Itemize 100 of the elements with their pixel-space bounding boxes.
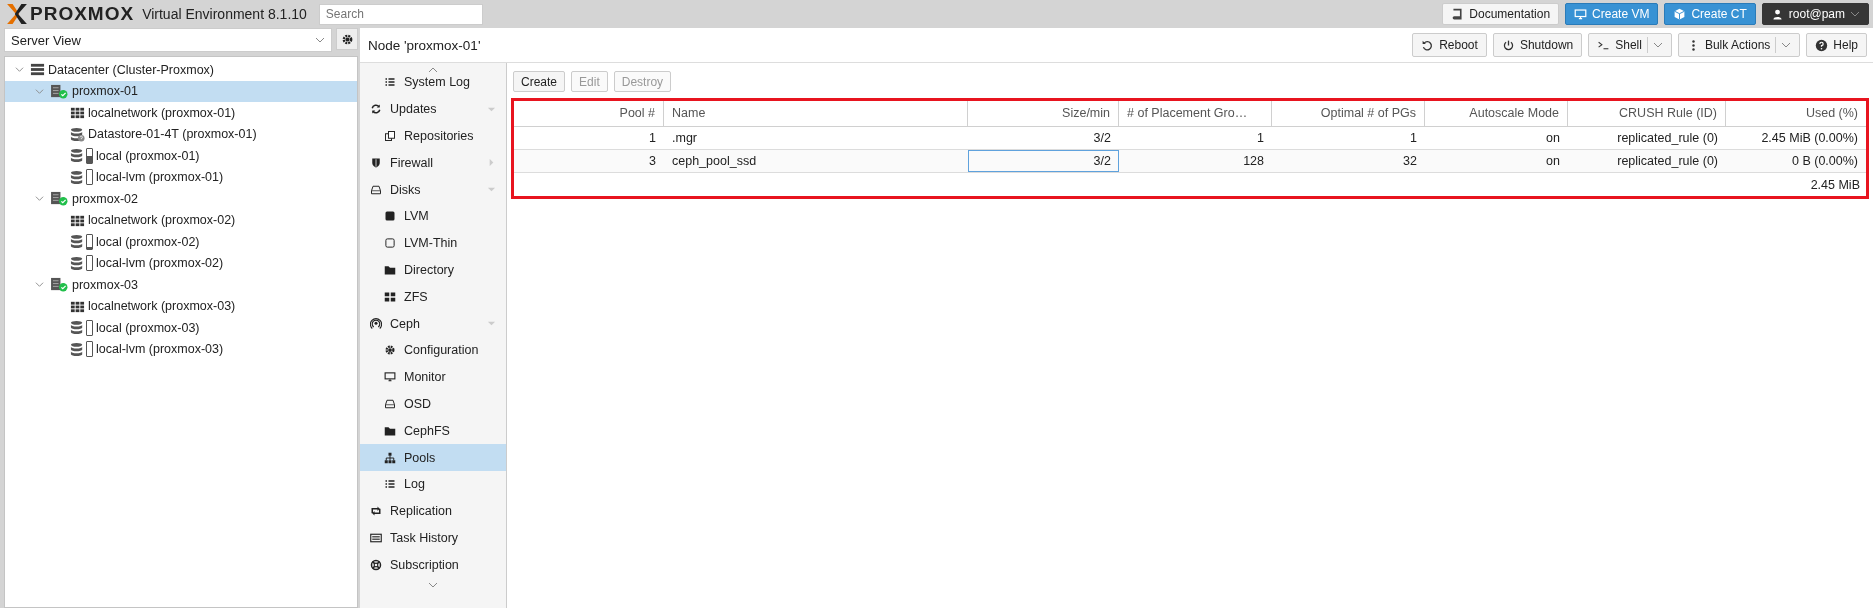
nav-item[interactable]: LVM	[360, 203, 506, 230]
nav-item[interactable]: LVM-Thin	[360, 229, 506, 257]
usage-meter	[86, 233, 93, 250]
settings-icon	[340, 32, 354, 46]
nav-item-label: Monitor	[404, 370, 447, 385]
tree-item[interactable]: proxmox-03	[5, 274, 357, 296]
square-icon	[384, 210, 396, 223]
column-header[interactable]: Optimal # of PGs	[1272, 101, 1425, 126]
nav-item[interactable]: ZFS	[360, 283, 506, 311]
tree-item[interactable]: proxmox-01	[5, 80, 357, 102]
drive-icon	[384, 397, 396, 410]
nav-item[interactable]: Repositories	[360, 122, 506, 150]
ceph-icon	[370, 317, 382, 330]
tree-item-label: local (proxmox-02)	[96, 234, 200, 249]
nav-item-label: Task History	[390, 530, 460, 545]
nav-item[interactable]: Configuration	[360, 336, 506, 364]
settings-button[interactable]	[336, 28, 358, 50]
nav-item[interactable]: Monitor	[360, 363, 506, 391]
table-cell-text: on	[1545, 153, 1561, 170]
toolbar-button[interactable]: Shutdown	[1492, 33, 1583, 57]
tree-item[interactable]: localnetwork (proxmox-02)	[5, 209, 357, 231]
column-header[interactable]: Autoscale Mode	[1425, 101, 1568, 126]
column-header[interactable]: CRUSH Rule (ID)	[1568, 101, 1726, 126]
grid-icon	[384, 290, 396, 303]
toolbar-button[interactable]: Help	[1806, 33, 1867, 57]
column-header[interactable]: # of Placement Gro…	[1119, 101, 1272, 126]
tree-item[interactable]: local (proxmox-02)	[5, 231, 357, 253]
tree-item-label: localnetwork (proxmox-02)	[88, 213, 236, 228]
nav-item[interactable]: Pools	[360, 444, 506, 471]
tree-item[interactable]: Datacenter (Cluster-Proxmox)	[5, 59, 357, 81]
user-menu-button[interactable]: root@pam	[1761, 3, 1869, 25]
cube-icon	[1673, 7, 1687, 21]
nav-item[interactable]: CephFS	[360, 417, 506, 445]
tree-item[interactable]: local-lvm (proxmox-03)	[5, 338, 357, 360]
server-online-icon	[50, 83, 69, 99]
nav-item[interactable]: Log	[360, 470, 506, 498]
tree-item[interactable]: proxmox-02	[5, 188, 357, 210]
nav-item[interactable]: Subscription	[360, 551, 506, 579]
tree-item[interactable]: localnetwork (proxmox-03)	[5, 295, 357, 317]
caret-icon	[1850, 9, 1860, 19]
tree-item-label: proxmox-03	[72, 277, 138, 292]
refresh-icon	[370, 103, 382, 116]
tree-item[interactable]: local-lvm (proxmox-02)	[5, 252, 357, 274]
logo-x-icon	[6, 3, 28, 25]
nav-item[interactable]: Directory	[360, 256, 506, 284]
sync-icon	[370, 505, 382, 518]
toolbar-button[interactable]: Reboot	[1412, 33, 1487, 57]
tree-item[interactable]: localnetwork (proxmox-01)	[5, 102, 357, 124]
tree-item-label: proxmox-02	[72, 191, 138, 206]
nav-item-label: Updates	[390, 102, 438, 117]
folder-icon	[384, 263, 396, 276]
tree-item-label: local-lvm (proxmox-02)	[96, 256, 224, 271]
table-cell-text: 1	[1409, 130, 1418, 147]
tree-item-label: localnetwork (proxmox-03)	[88, 299, 236, 314]
summary-total: 2.45 MiB	[1810, 177, 1860, 192]
header-button[interactable]: Documentation	[1442, 3, 1560, 25]
search-field[interactable]: Search	[318, 3, 483, 25]
monitor-icon	[1574, 7, 1588, 21]
nav-item-label: Log	[404, 477, 426, 492]
tree-item[interactable]: local (proxmox-01)	[5, 145, 357, 167]
nav-item-label: ZFS	[404, 289, 429, 304]
network-icon	[70, 105, 85, 121]
tree-item[interactable]: local-lvm (proxmox-01)	[5, 166, 357, 188]
nav-item[interactable]: Firewall	[360, 149, 506, 177]
database-icon	[70, 341, 85, 357]
logo-text: PROXMOX	[30, 3, 135, 25]
column-header[interactable]: Used (%)	[1726, 101, 1866, 126]
table-cell-text: on	[1545, 130, 1561, 147]
column-header[interactable]: Name	[664, 101, 968, 126]
nav-item[interactable]: System Log	[360, 69, 506, 96]
nav-item[interactable]: Task History	[360, 524, 506, 552]
tree-item-label: Datacenter (Cluster-Proxmox)	[48, 62, 214, 77]
nav-item[interactable]: OSD	[360, 390, 506, 418]
nav-item[interactable]: Updates	[360, 95, 506, 123]
table-cell-text: 32	[1402, 153, 1418, 170]
nav-item-label: Firewall	[390, 155, 435, 170]
toolbar-button[interactable]: Create	[513, 71, 566, 92]
column-header[interactable]: Size/min	[968, 101, 1119, 126]
table-cell-text: 2.45 MiB (0.00%)	[1760, 130, 1859, 147]
column-header[interactable]: Pool #	[514, 101, 664, 126]
toolbar-button[interactable]: Bulk Actions	[1677, 33, 1801, 57]
table-cell-text: ceph_pool_ssd	[671, 153, 758, 170]
toolbar-button[interactable]: Shell	[1588, 33, 1672, 57]
nav-item-label: Disks	[390, 182, 422, 197]
tree-item[interactable]: Datastore-01-4T (proxmox-01)	[5, 123, 357, 145]
tree-item[interactable]: local (proxmox-03)	[5, 317, 357, 339]
sitemap-icon	[384, 451, 396, 464]
nav-item[interactable]: Ceph	[360, 310, 506, 337]
database-icon	[70, 320, 85, 336]
folder-icon	[384, 424, 396, 437]
tree-item-label: proxmox-01	[72, 84, 138, 99]
usage-meter	[86, 147, 93, 164]
square-outline-icon	[384, 237, 396, 250]
server-online-icon	[50, 277, 69, 293]
table-cell-text: replicated_rule (0)	[1616, 153, 1719, 170]
nav-item[interactable]: Disks	[360, 176, 506, 203]
nav-item-label: Repositories	[404, 129, 475, 143]
nav-item-label: Configuration	[404, 343, 480, 358]
view-selector[interactable]: Server View	[4, 28, 332, 52]
nav-item[interactable]: Replication	[360, 497, 506, 525]
